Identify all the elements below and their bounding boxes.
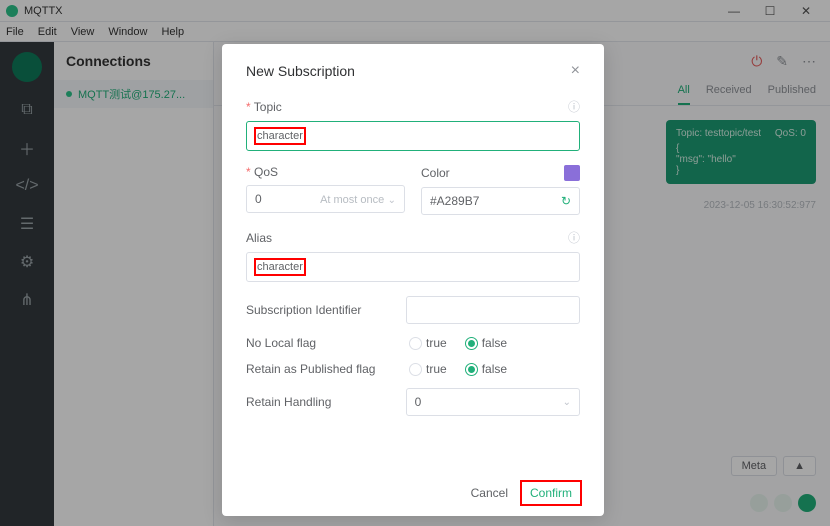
color-label: Color <box>421 166 450 180</box>
no-local-true-radio[interactable]: true <box>409 336 447 350</box>
confirm-button[interactable]: Confirm <box>522 482 580 504</box>
subscription-identifier-input[interactable] <box>406 296 580 324</box>
qos-select[interactable]: 0 At most once ⌄ <box>246 185 405 213</box>
chevron-down-icon: ⌄ <box>563 397 571 408</box>
topic-value: character <box>256 129 304 143</box>
retain-as-published-label: Retain as Published flag <box>246 362 391 376</box>
cancel-button[interactable]: Cancel <box>471 486 508 500</box>
no-local-flag-label: No Local flag <box>246 336 391 350</box>
retain-handling-select[interactable]: 0 ⌄ <box>406 388 580 416</box>
qos-subtext: At most once <box>320 194 384 206</box>
new-subscription-dialog: New Subscription × Topic ⓘ character QoS… <box>222 44 604 516</box>
dialog-title: New Subscription <box>246 63 355 79</box>
color-swatch[interactable] <box>564 165 580 181</box>
retain-pub-true-radio[interactable]: true <box>409 362 447 376</box>
color-refresh-icon[interactable]: ↻ <box>561 194 571 208</box>
retain-handling-label: Retain Handling <box>246 395 388 409</box>
retain-pub-false-radio[interactable]: false <box>465 362 507 376</box>
topic-label: Topic <box>246 100 282 114</box>
no-local-false-radio[interactable]: false <box>465 336 507 350</box>
color-input[interactable]: #A289B7 ↻ <box>421 187 580 215</box>
topic-input[interactable]: character <box>246 121 580 151</box>
chevron-down-icon: ⌄ <box>388 195 396 206</box>
dialog-close-icon[interactable]: × <box>571 62 580 80</box>
qos-label: QoS <box>246 165 278 179</box>
qos-value: 0 <box>255 192 262 206</box>
alias-value: character <box>256 260 304 274</box>
topic-info-icon[interactable]: ⓘ <box>568 98 580 115</box>
subscription-identifier-label: Subscription Identifier <box>246 303 388 317</box>
alias-label: Alias <box>246 231 272 245</box>
retain-handling-value: 0 <box>415 395 422 409</box>
alias-input[interactable]: character <box>246 252 580 282</box>
color-value: #A289B7 <box>430 194 479 208</box>
alias-info-icon[interactable]: ⓘ <box>568 229 580 246</box>
